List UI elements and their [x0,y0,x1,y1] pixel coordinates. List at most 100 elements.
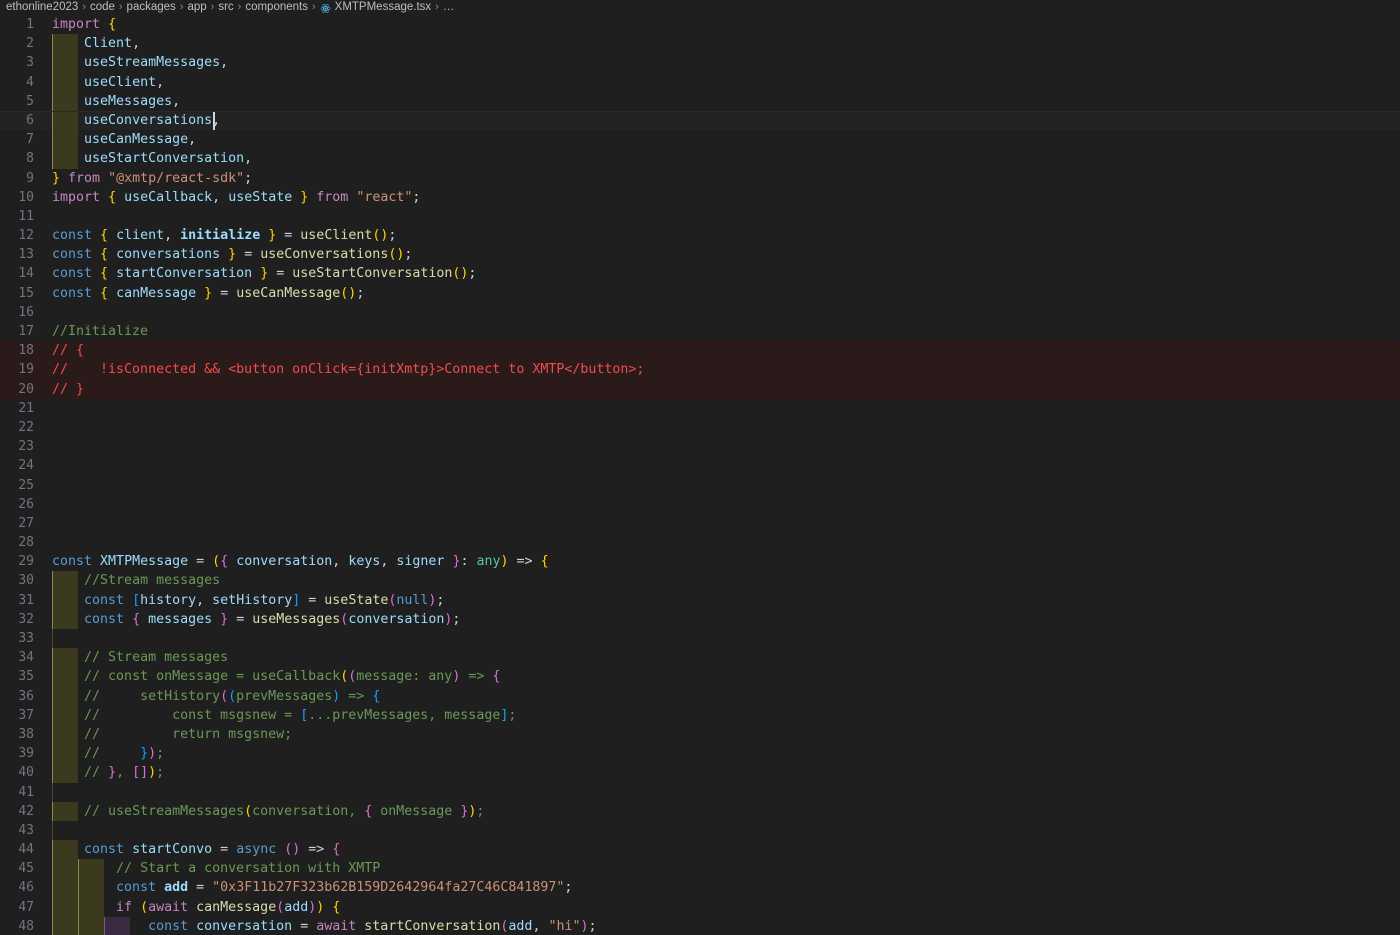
line-content: // const onMessage = useCallback((messag… [84,669,501,685]
code-line[interactable]: 40 // }, []); [0,763,1400,783]
line-number: 20 [18,381,34,397]
code-line[interactable]: 30 //Stream messages [0,571,1400,591]
line-number: 33 [18,631,34,646]
line-number: 40 [18,765,34,781]
code-line[interactable]: 24 [0,456,1400,475]
code-line-active[interactable]: 6 useConversations, [0,110,1400,131]
code-line[interactable]: 41 [0,782,1400,802]
code-line[interactable]: 43 [0,820,1400,841]
line-content: // const msgsnew = [...prevMessages, mes… [84,707,517,723]
line-number: 17 [18,324,34,339]
code-line[interactable]: 27 [0,514,1400,533]
code-line[interactable]: 36 // setHistory((prevMessages) => { [0,686,1400,706]
code-line[interactable]: 4 useClient, [0,72,1400,92]
line-number: 37 [18,707,34,723]
line-content: useConversations, [84,112,221,128]
line-content: const { conversations } = useConversatio… [52,247,413,263]
code-line[interactable]: 2 Client, [0,34,1400,54]
line-number: 11 [18,208,34,224]
code-line[interactable]: 34 // Stream messages [0,648,1400,668]
line-content: // Stream messages [84,650,229,666]
breadcrumb-overflow[interactable]: … [443,0,455,15]
code-line[interactable]: 9 } from "@xmtp/react-sdk"; [0,169,1400,188]
code-line[interactable]: 13 const { conversations } = useConversa… [0,245,1400,264]
code-line[interactable]: 33 [0,629,1400,649]
code-line-error[interactable]: 19 // !isConnected && <button onClick={i… [0,360,1400,380]
line-content: Client, [84,36,141,52]
code-line[interactable]: 23 [0,437,1400,456]
line-number: 31 [18,592,34,608]
code-line[interactable]: 46 const add = "0x3F11b27F323b62B159D264… [0,878,1400,898]
breadcrumb-item-code[interactable]: code [90,0,115,15]
breadcrumb-item-src[interactable]: src [218,0,233,15]
line-content: const XMTPMessage = ({ conversation, key… [52,554,549,570]
breadcrumb-item-app[interactable]: app [187,0,206,15]
line-number: 14 [18,266,34,282]
code-line[interactable]: 11 [0,207,1400,226]
line-number: 24 [18,458,34,474]
line-content: // !isConnected && <button onClick={init… [52,362,645,378]
code-line[interactable]: 44 const startConvo = async () => { [0,840,1400,860]
code-line[interactable]: 45 // Start a conversation with XMTP [0,859,1400,879]
code-line[interactable]: 42 // useStreamMessages(conversation, { … [0,801,1400,821]
code-line[interactable]: 14 const { startConversation } = useStar… [0,264,1400,283]
code-line[interactable]: 1 import { [0,15,1400,34]
line-content: const { canMessage } = useCanMessage(); [52,285,365,301]
line-content: // }, []); [84,765,165,781]
line-number: 9 [26,170,34,186]
code-line[interactable]: 32 const { messages } = useMessages(conv… [0,609,1400,629]
code-line[interactable]: 22 [0,418,1400,437]
code-line-error[interactable]: 20 // } [0,379,1400,399]
line-number: 18 [18,343,34,359]
line-number: 4 [26,74,34,90]
code-line[interactable]: 7 useCanMessage, [0,130,1400,150]
line-number: 13 [18,247,34,263]
code-line[interactable]: 21 [0,399,1400,418]
breadcrumb-item-packages[interactable]: packages [127,0,176,15]
code-line-error[interactable]: 18 // { [0,341,1400,361]
code-line[interactable]: 31 const [history, setHistory] = useStat… [0,590,1400,610]
breadcrumb[interactable]: ethonline2023 › code › packages › app › … [0,0,1400,15]
breadcrumb-item-file[interactable]: XMTPMessage.tsx [335,0,432,15]
breadcrumb-item-components[interactable]: components [245,0,308,15]
line-content: if (await canMessage(add)) { [116,899,341,915]
code-editor[interactable]: 1 import { 2 Client, 3 useStreamMessages… [0,15,1400,935]
breadcrumb-separator: › [82,1,86,13]
code-line[interactable]: 47 if (await canMessage(add)) { [0,897,1400,917]
line-number: 35 [18,669,34,685]
code-line[interactable]: 28 [0,533,1400,552]
line-number: 12 [18,228,34,244]
line-content: import { useCallback, useState } from "r… [52,189,421,205]
code-line[interactable]: 15 const { canMessage } = useCanMessage(… [0,284,1400,303]
code-line[interactable]: 37 // const msgsnew = [...prevMessages, … [0,705,1400,725]
code-line[interactable]: 29 const XMTPMessage = ({ conversation, … [0,552,1400,571]
code-line[interactable]: 8 useStartConversation, [0,149,1400,169]
line-number: 27 [18,515,34,531]
line-number: 2 [26,36,34,52]
code-line[interactable]: 16 [0,303,1400,322]
code-line[interactable]: 48 const conversation = await startConve… [0,916,1400,935]
code-line[interactable]: 3 useStreamMessages, [0,53,1400,73]
line-number: 26 [18,496,34,512]
line-number: 1 [26,17,34,32]
code-line[interactable]: 38 // return msgsnew; [0,724,1400,745]
code-line[interactable]: 39 // }); [0,744,1400,764]
code-line[interactable]: 35 // const onMessage = useCallback((mes… [0,667,1400,687]
code-line[interactable]: 12 const { client, initialize } = useCli… [0,226,1400,245]
code-line[interactable]: 17 //Initialize [0,322,1400,341]
code-line[interactable]: 10 import { useCallback, useState } from… [0,188,1400,207]
line-number: 45 [18,861,34,877]
line-number: 32 [18,611,34,627]
line-number: 48 [18,918,34,934]
code-line[interactable]: 5 useMessages, [0,91,1400,111]
line-number: 36 [18,688,34,704]
code-line[interactable]: 25 [0,476,1400,495]
line-content: const startConvo = async () => { [84,842,341,858]
line-content: // { [52,343,85,359]
line-number: 16 [18,304,34,320]
line-content: const { client, initialize } = useClient… [52,228,397,244]
breadcrumb-item-ethonline2023[interactable]: ethonline2023 [6,0,78,15]
code-line[interactable]: 26 [0,495,1400,514]
line-number: 8 [26,151,34,167]
line-content: // } [52,381,85,397]
